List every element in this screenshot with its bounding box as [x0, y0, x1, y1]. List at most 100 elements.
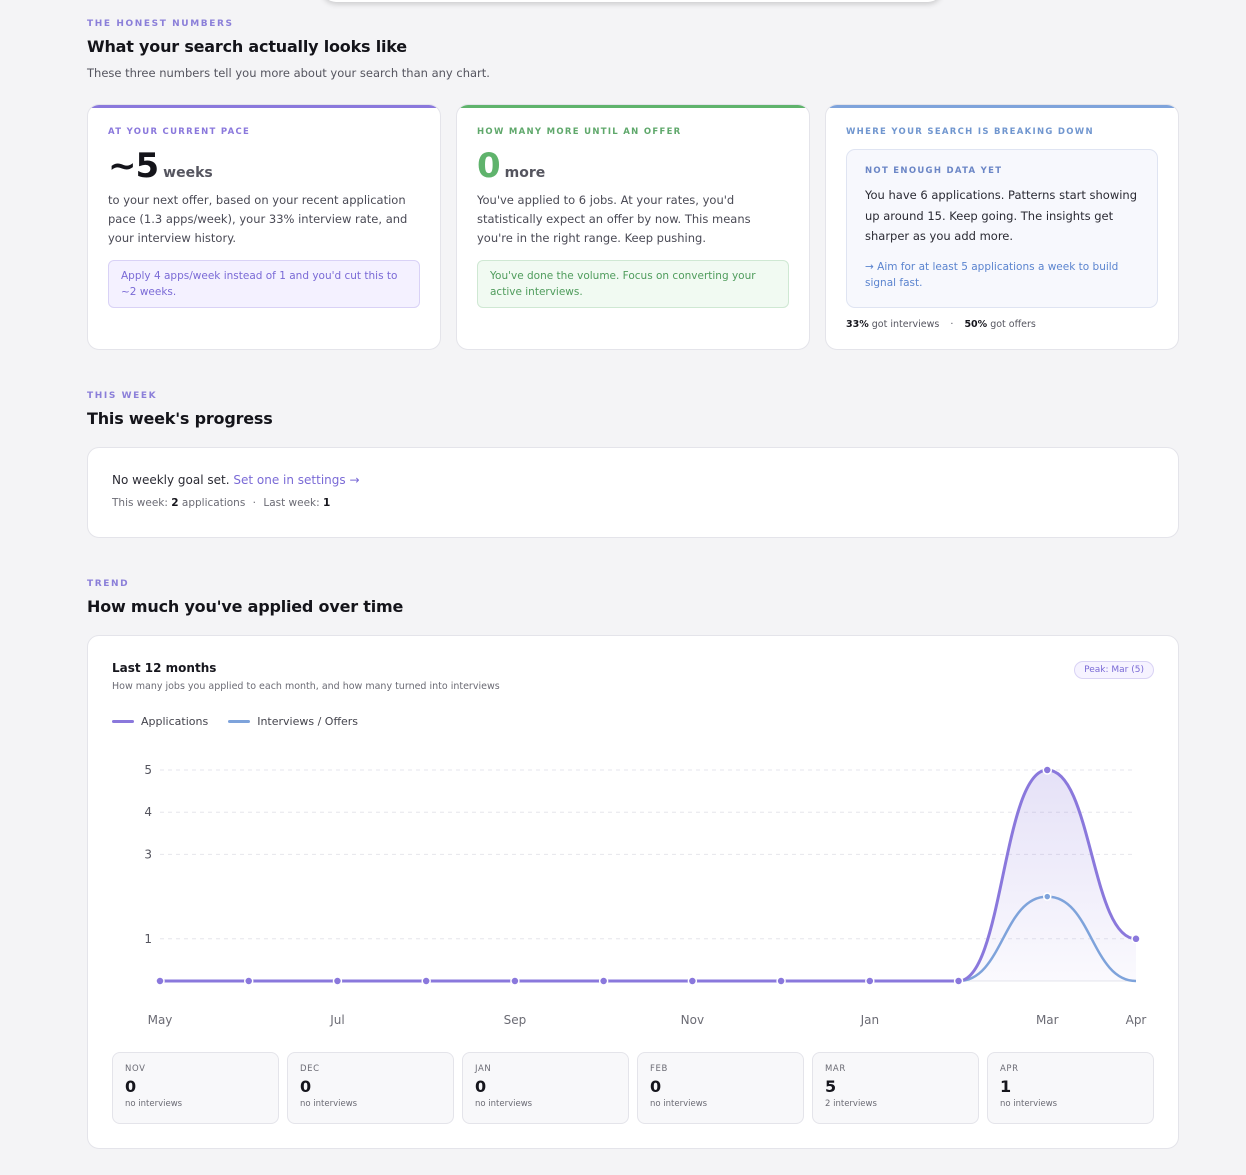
- month-box-dec: DEC 0 no interviews: [287, 1052, 454, 1124]
- month-box-mar: MAR 5 2 interviews: [812, 1052, 979, 1124]
- inner-tip: → Aim for at least 5 applications a week…: [865, 260, 1119, 289]
- applications-point: [421, 976, 431, 986]
- this-week-unit: applications: [181, 497, 246, 509]
- pace-unit: weeks: [163, 165, 213, 181]
- month-value: 0: [125, 1077, 137, 1096]
- x-tick-label: Apr: [1126, 1013, 1147, 1027]
- card-accent-bar: [457, 105, 809, 108]
- no-goal-text: No weekly goal set.: [112, 473, 230, 487]
- section-title: How much you've applied over time: [87, 597, 404, 616]
- more-unit: more: [504, 165, 546, 181]
- last-week-label: Last week:: [263, 497, 320, 509]
- overlay-panel-edge: [322, 0, 942, 2]
- month-label: FEB: [650, 1064, 668, 1074]
- breaking-card: WHERE YOUR SEARCH IS BREAKING DOWN NOT E…: [825, 104, 1179, 350]
- section-eyebrow: TREND: [87, 579, 130, 589]
- month-box-nov: NOV 0 no interviews: [112, 1052, 279, 1124]
- month-label: APR: [1000, 1064, 1019, 1074]
- month-box-feb: FEB 0 no interviews: [637, 1052, 804, 1124]
- month-value: 0: [650, 1077, 662, 1096]
- last-week-value: 1: [323, 497, 331, 509]
- y-tick-label: 3: [144, 847, 152, 861]
- y-tick-label: 5: [144, 763, 152, 777]
- month-sub: 2 interviews: [825, 1099, 877, 1109]
- applications-point: [953, 976, 964, 986]
- month-label: DEC: [300, 1064, 320, 1074]
- inner-text: You have 6 applications. Patterns start …: [865, 188, 1138, 243]
- x-tick-label: Jul: [329, 1013, 344, 1027]
- card-accent-bar: [826, 105, 1178, 108]
- month-box-jan: JAN 0 no interviews: [462, 1052, 629, 1124]
- month-sub: no interviews: [125, 1099, 183, 1109]
- applications-point: [332, 976, 343, 986]
- this-week-section: THIS WEEK This week's progress No weekly…: [87, 391, 1179, 538]
- settings-link[interactable]: Set one in settings →: [233, 473, 359, 487]
- monthly-summary: NOV 0 no interviews DEC 0 no interviews …: [112, 1052, 1154, 1124]
- more-card: HOW MANY MORE UNTIL AN OFFER 0 more You'…: [456, 104, 810, 350]
- interview-rate-label: got interviews: [871, 318, 940, 330]
- card-accent-bar: [88, 105, 440, 108]
- month-sub: no interviews: [650, 1099, 708, 1109]
- y-tick-label: 4: [144, 805, 152, 819]
- month-sub: no interviews: [300, 1099, 358, 1109]
- stat-separator: ·: [950, 318, 954, 330]
- offer-rate-value: 50%: [964, 318, 988, 330]
- applications-point: [776, 976, 786, 986]
- applications-point: [1042, 765, 1053, 775]
- month-value: 0: [475, 1077, 487, 1096]
- trend-chart: 1 3 4 5 May Jul Sep Nov Jan Mar Apr: [144, 763, 1147, 1027]
- month-label: NOV: [125, 1064, 146, 1074]
- x-tick-label: Sep: [504, 1013, 527, 1027]
- offer-rate-label: got offers: [990, 318, 1036, 330]
- more-body: You've applied to 6 jobs. At your rates,…: [477, 193, 751, 245]
- week-separator: ·: [252, 497, 256, 509]
- honest-numbers-section: THE HONEST NUMBERS What your search actu…: [87, 19, 1179, 350]
- weekly-goal-line: No weekly goal set. Set one in settings …: [112, 473, 1154, 487]
- x-tick-label: Jan: [860, 1013, 880, 1027]
- month-sub: no interviews: [1000, 1099, 1058, 1109]
- trend-chart-card: Last 12 months How many jobs you applied…: [87, 635, 1179, 1149]
- pace-eyebrow: AT YOUR CURRENT PACE: [108, 127, 251, 137]
- month-value: 1: [1000, 1077, 1012, 1096]
- section-title: What your search actually looks like: [87, 37, 407, 56]
- pace-body: to your next offer, based on your recent…: [108, 193, 408, 245]
- week-progress-panel: No weekly goal set. Set one in settings …: [87, 447, 1179, 538]
- more-eyebrow: HOW MANY MORE UNTIL AN OFFER: [477, 127, 682, 137]
- this-week-label: This week:: [112, 497, 168, 509]
- breaking-eyebrow: WHERE YOUR SEARCH IS BREAKING DOWN: [846, 127, 1094, 137]
- pace-card: AT YOUR CURRENT PACE ~5 weeks to your ne…: [87, 104, 441, 350]
- y-tick-label: 1: [144, 932, 152, 946]
- not-enough-data-box: NOT ENOUGH DATA YET You have 6 applicati…: [846, 149, 1158, 308]
- pace-value: ~5: [108, 146, 159, 186]
- applications-point: [1131, 934, 1141, 944]
- weekly-counts: This week: 2 applications · Last week: 1: [112, 497, 1154, 509]
- applications-point: [687, 976, 698, 986]
- more-callout: You've done the volume. Focus on convert…: [477, 260, 789, 308]
- interview-rate-value: 33%: [846, 318, 869, 330]
- applications-point: [155, 976, 165, 986]
- month-label: JAN: [475, 1064, 492, 1074]
- applications-point: [243, 976, 254, 986]
- interviews-point: [1043, 892, 1052, 901]
- x-tick-label: Mar: [1036, 1013, 1059, 1027]
- x-tick-label: May: [148, 1013, 173, 1027]
- month-value: 0: [300, 1077, 312, 1096]
- section-subtitle: These three numbers tell you more about …: [87, 66, 490, 80]
- month-box-apr: APR 1 no interviews: [987, 1052, 1154, 1124]
- applications-point: [865, 976, 875, 986]
- month-label: MAR: [825, 1064, 846, 1074]
- month-value: 5: [825, 1077, 837, 1096]
- applications-point: [510, 976, 520, 986]
- month-sub: no interviews: [475, 1099, 533, 1109]
- section-title: This week's progress: [87, 409, 273, 428]
- x-tick-label: Nov: [681, 1013, 704, 1027]
- section-eyebrow: THIS WEEK: [87, 391, 158, 401]
- this-week-value: 2: [171, 497, 179, 509]
- inner-eyebrow: NOT ENOUGH DATA YET: [865, 166, 1003, 176]
- trend-section: TREND How much you've applied over time …: [87, 579, 1179, 1149]
- pace-callout: Apply 4 apps/week instead of 1 and you'd…: [108, 260, 420, 308]
- section-eyebrow: THE HONEST NUMBERS: [87, 19, 234, 29]
- honest-cards: AT YOUR CURRENT PACE ~5 weeks to your ne…: [87, 104, 1179, 350]
- applications-area: [160, 770, 1136, 981]
- applications-point: [598, 976, 609, 986]
